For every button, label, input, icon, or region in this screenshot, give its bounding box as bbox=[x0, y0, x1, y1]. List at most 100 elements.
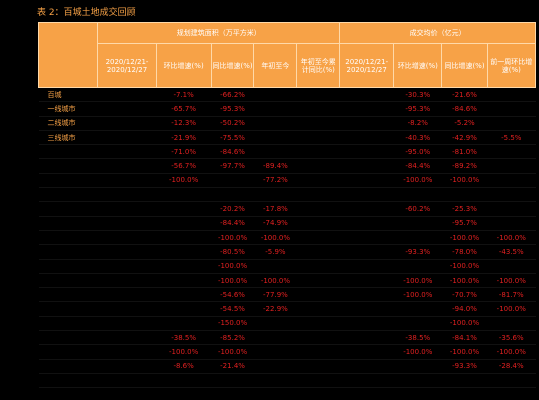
table-cell: -74.9% bbox=[253, 216, 297, 231]
table-cell bbox=[441, 373, 488, 389]
table-cell: -40.3% bbox=[393, 130, 442, 146]
table-cell bbox=[253, 344, 297, 360]
table-row: -38.5% -85.2% -38.5% -84.1% -35.6% bbox=[38, 330, 536, 346]
table-cell: -22.9% bbox=[253, 301, 297, 317]
table-cell bbox=[97, 373, 157, 389]
table-cell: -54.6% bbox=[211, 287, 254, 303]
table-cell bbox=[296, 173, 340, 189]
table-cell bbox=[296, 244, 340, 260]
row-city-label: 一线城市 bbox=[38, 101, 98, 117]
table-cell: -8.2% bbox=[393, 116, 442, 131]
row-city-label bbox=[38, 287, 98, 303]
table-cell bbox=[97, 244, 157, 260]
table-cell bbox=[253, 373, 297, 389]
row-city-label bbox=[38, 344, 98, 360]
table-row: -8.6% -21.4% -93.3% -28.4% bbox=[38, 359, 536, 374]
table-cell: -84.1% bbox=[441, 330, 488, 346]
table-cell bbox=[97, 116, 157, 131]
table-cell bbox=[296, 359, 340, 374]
table-cell bbox=[339, 316, 394, 332]
table-cell: -100.0% bbox=[253, 273, 297, 289]
table-cell: -100.0% bbox=[441, 344, 488, 360]
table-row bbox=[38, 373, 536, 389]
table-cell bbox=[393, 316, 442, 332]
table-cell bbox=[97, 216, 157, 231]
table-cell bbox=[441, 187, 488, 203]
table-cell: -100.0% bbox=[487, 273, 536, 289]
table-cell bbox=[211, 373, 254, 389]
table-cell: -17.8% bbox=[253, 201, 297, 217]
table-cell bbox=[253, 144, 297, 160]
row-city-label bbox=[38, 244, 98, 260]
table-cell: -84.6% bbox=[441, 101, 488, 117]
table-cell: -85.2% bbox=[211, 330, 254, 346]
table-row bbox=[38, 187, 536, 203]
table-cell bbox=[393, 187, 442, 203]
table-cell: -93.3% bbox=[393, 244, 442, 260]
table-cell bbox=[487, 101, 536, 117]
table-cell: -80.5% bbox=[211, 244, 254, 260]
table-cell bbox=[339, 201, 394, 217]
table-cell: -100.0% bbox=[441, 259, 488, 274]
table-cell bbox=[339, 330, 394, 346]
table-cell bbox=[339, 144, 394, 160]
table-cell: -100.0% bbox=[211, 259, 254, 274]
header-col-0: 2020/12/21-2020/12/27 bbox=[97, 43, 157, 88]
table-cell: -84.4% bbox=[211, 216, 254, 231]
header-col-2: 同比增速(%) bbox=[210, 43, 255, 88]
table-cell bbox=[253, 359, 297, 374]
table-cell: -8.6% bbox=[156, 359, 212, 374]
table-cell bbox=[97, 158, 157, 174]
table-cell: -28.4% bbox=[487, 359, 536, 374]
table-cell bbox=[296, 344, 340, 360]
table-cell: -5.9% bbox=[253, 244, 297, 260]
table-cell bbox=[211, 173, 254, 189]
table-cell bbox=[253, 316, 297, 332]
table-cell bbox=[296, 144, 340, 160]
table-cell bbox=[487, 316, 536, 332]
table-cell bbox=[97, 344, 157, 360]
table-cell bbox=[97, 101, 157, 117]
table-cell: -5.2% bbox=[441, 116, 488, 131]
table-cell bbox=[339, 273, 394, 289]
table-row: -71.0% -84.6% -95.0% -81.0% bbox=[38, 144, 536, 160]
table-row: -100.0% -77.2% -100.0% -100.0% bbox=[38, 173, 536, 189]
table-cell bbox=[253, 101, 297, 117]
header-col-6: 环比增速(%) bbox=[393, 43, 443, 88]
row-city-label bbox=[38, 158, 98, 174]
table-cell bbox=[339, 173, 394, 189]
table-cell: -38.5% bbox=[393, 330, 442, 346]
table-cell bbox=[97, 130, 157, 146]
table-cell: -95.3% bbox=[211, 101, 254, 117]
table-cell bbox=[156, 273, 212, 289]
table-cell bbox=[97, 273, 157, 289]
table-cell bbox=[296, 287, 340, 303]
table-cell: -95.0% bbox=[393, 144, 442, 160]
header-col-5: 2020/12/21-2020/12/27 bbox=[339, 43, 395, 88]
table-cell bbox=[393, 259, 442, 274]
table-cell bbox=[339, 359, 394, 374]
table-cell: -100.0% bbox=[441, 173, 488, 189]
table-cell bbox=[339, 287, 394, 303]
table-cell bbox=[487, 158, 536, 174]
row-city-label: 二线城市 bbox=[38, 116, 98, 131]
header-col-3: 年初至今 bbox=[253, 43, 298, 88]
table-cell bbox=[211, 187, 254, 203]
table-row: -80.5% -5.9% -93.3% -78.0% -43.5% bbox=[38, 244, 536, 260]
table-cell bbox=[393, 216, 442, 231]
table-cell: -71.0% bbox=[156, 144, 212, 160]
table-cell bbox=[97, 87, 157, 103]
table-cell: -50.2% bbox=[211, 116, 254, 131]
table-cell: -100.0% bbox=[156, 344, 212, 360]
table-cell: -7.1% bbox=[156, 87, 212, 103]
table-cell: -100.0% bbox=[211, 344, 254, 360]
table-cell: -100.0% bbox=[487, 301, 536, 317]
table-cell: -77.2% bbox=[253, 173, 297, 189]
row-city-label bbox=[38, 230, 98, 246]
table-cell bbox=[339, 259, 394, 274]
table-cell: -25.3% bbox=[441, 201, 488, 217]
table-row: 二线城市 -12.3% -50.2% -8.2% -5.2% bbox=[38, 116, 536, 131]
row-city-label bbox=[38, 173, 98, 189]
table-cell bbox=[393, 359, 442, 374]
table-cell bbox=[296, 373, 340, 389]
